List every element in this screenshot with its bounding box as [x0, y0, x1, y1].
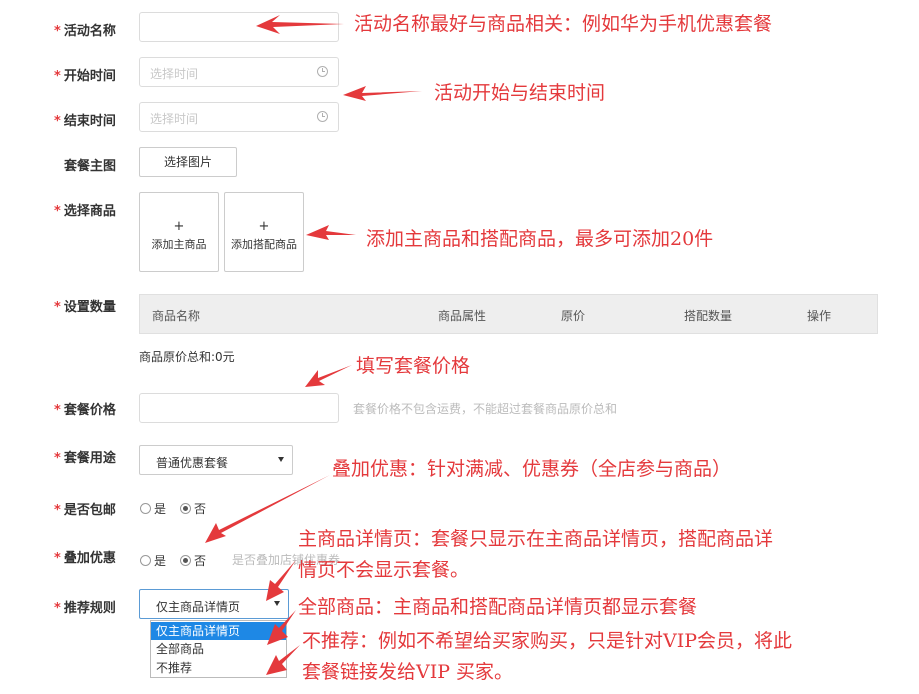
annotation-no-recommend-tip-1: 不推荐：例如不希望给买家购买，只是针对VIP会员，将此: [302, 630, 793, 652]
annotation-stack-tip: 叠加优惠：针对满减、优惠券（全店参与商品）: [332, 458, 732, 480]
arrow-main-detail: [266, 560, 296, 601]
annotation-price-tip: 填写套餐价格: [356, 355, 471, 377]
annotation-main-detail-tip-1: 主商品详情页：套餐只显示在主商品详情页，搭配商品详: [298, 528, 774, 550]
annotation-no-recommend-tip-2: 套餐链接发给VIP 买家。: [302, 661, 514, 683]
annotation-goods-tip: 添加主商品和搭配商品，最多可添加20件: [366, 228, 714, 250]
arrow-time: [343, 86, 422, 101]
annotation-main-detail-tip-2: 情页不会显示套餐。: [298, 559, 470, 581]
arrow-no-recommend: [266, 645, 300, 675]
annotation-name-tip: 活动名称最好与商品相关：例如华为手机优惠套餐: [354, 13, 773, 35]
annotation-all-goods-tip: 全部商品：主商品和搭配商品详情页都显示套餐: [298, 596, 698, 618]
annotation-time-tip: 活动开始与结束时间: [434, 82, 606, 104]
arrow-name: [256, 15, 344, 34]
arrow-goods: [306, 225, 356, 240]
arrow-all-goods: [267, 610, 296, 645]
arrow-price: [305, 365, 352, 387]
